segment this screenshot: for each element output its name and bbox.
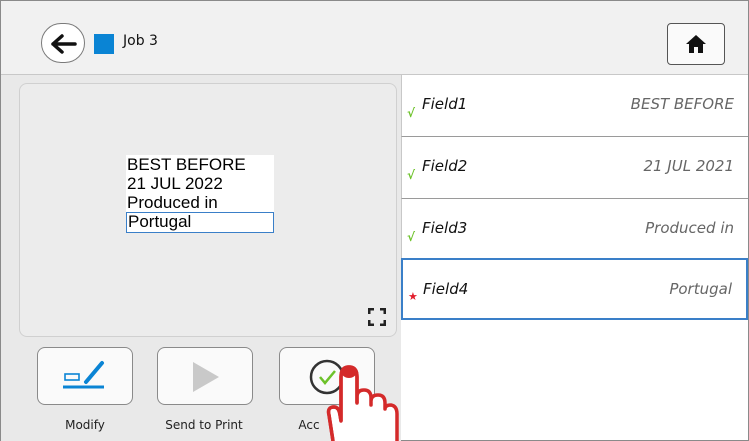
send-to-print-label: Send to Print: [165, 418, 243, 432]
label-line-3: Produced in: [127, 193, 218, 212]
label-text-block: BEST BEFORE 21 JUL 2022 Produced in Port…: [126, 155, 274, 233]
send-to-print-button[interactable]: [157, 347, 253, 405]
label-line-4[interactable]: Portugal: [126, 212, 274, 233]
check-icon: √: [407, 168, 416, 182]
field-name: Field2: [422, 157, 468, 175]
screen: Job 3 BEST BEFORE 21 JUL 2022 Produced i…: [0, 0, 749, 441]
back-button[interactable]: [41, 23, 85, 63]
job-color-swatch: [94, 34, 114, 54]
field-value: 21 JUL 2021: [643, 157, 734, 175]
play-icon: [193, 362, 219, 392]
field-row-2[interactable]: √ Field2 21 JUL 2021: [401, 137, 748, 199]
tap-hand-icon: [326, 365, 399, 441]
fullscreen-icon[interactable]: [368, 308, 386, 326]
label-preview[interactable]: BEST BEFORE 21 JUL 2022 Produced in Port…: [19, 83, 397, 337]
home-button[interactable]: [667, 23, 725, 65]
required-star-icon: ★: [408, 290, 418, 303]
field-name: Field3: [422, 219, 468, 237]
modify-label: Modify: [65, 418, 105, 432]
field-row-3[interactable]: √ Field3 Produced in: [401, 199, 748, 261]
home-icon: [686, 35, 706, 53]
edit-icon: [63, 361, 104, 389]
arrow-left-icon: [51, 34, 77, 54]
field-value: BEST BEFORE: [630, 95, 734, 113]
field-row-1[interactable]: √ Field1 BEST BEFORE: [401, 75, 748, 137]
modify-button[interactable]: [37, 347, 133, 405]
job-title: Job 3: [123, 33, 158, 49]
field-name: Field4: [423, 280, 469, 298]
field-value: Produced in: [645, 219, 734, 237]
check-icon: √: [407, 106, 416, 120]
label-line-1: BEST BEFORE: [127, 155, 246, 174]
check-icon: √: [407, 230, 416, 244]
field-name: Field1: [422, 95, 468, 113]
label-line-2: 21 JUL 2022: [127, 174, 223, 193]
field-value: Portugal: [669, 280, 732, 298]
field-row-4[interactable]: ★ Field4 Portugal: [401, 258, 748, 320]
header-bar: Job 3: [1, 1, 748, 75]
